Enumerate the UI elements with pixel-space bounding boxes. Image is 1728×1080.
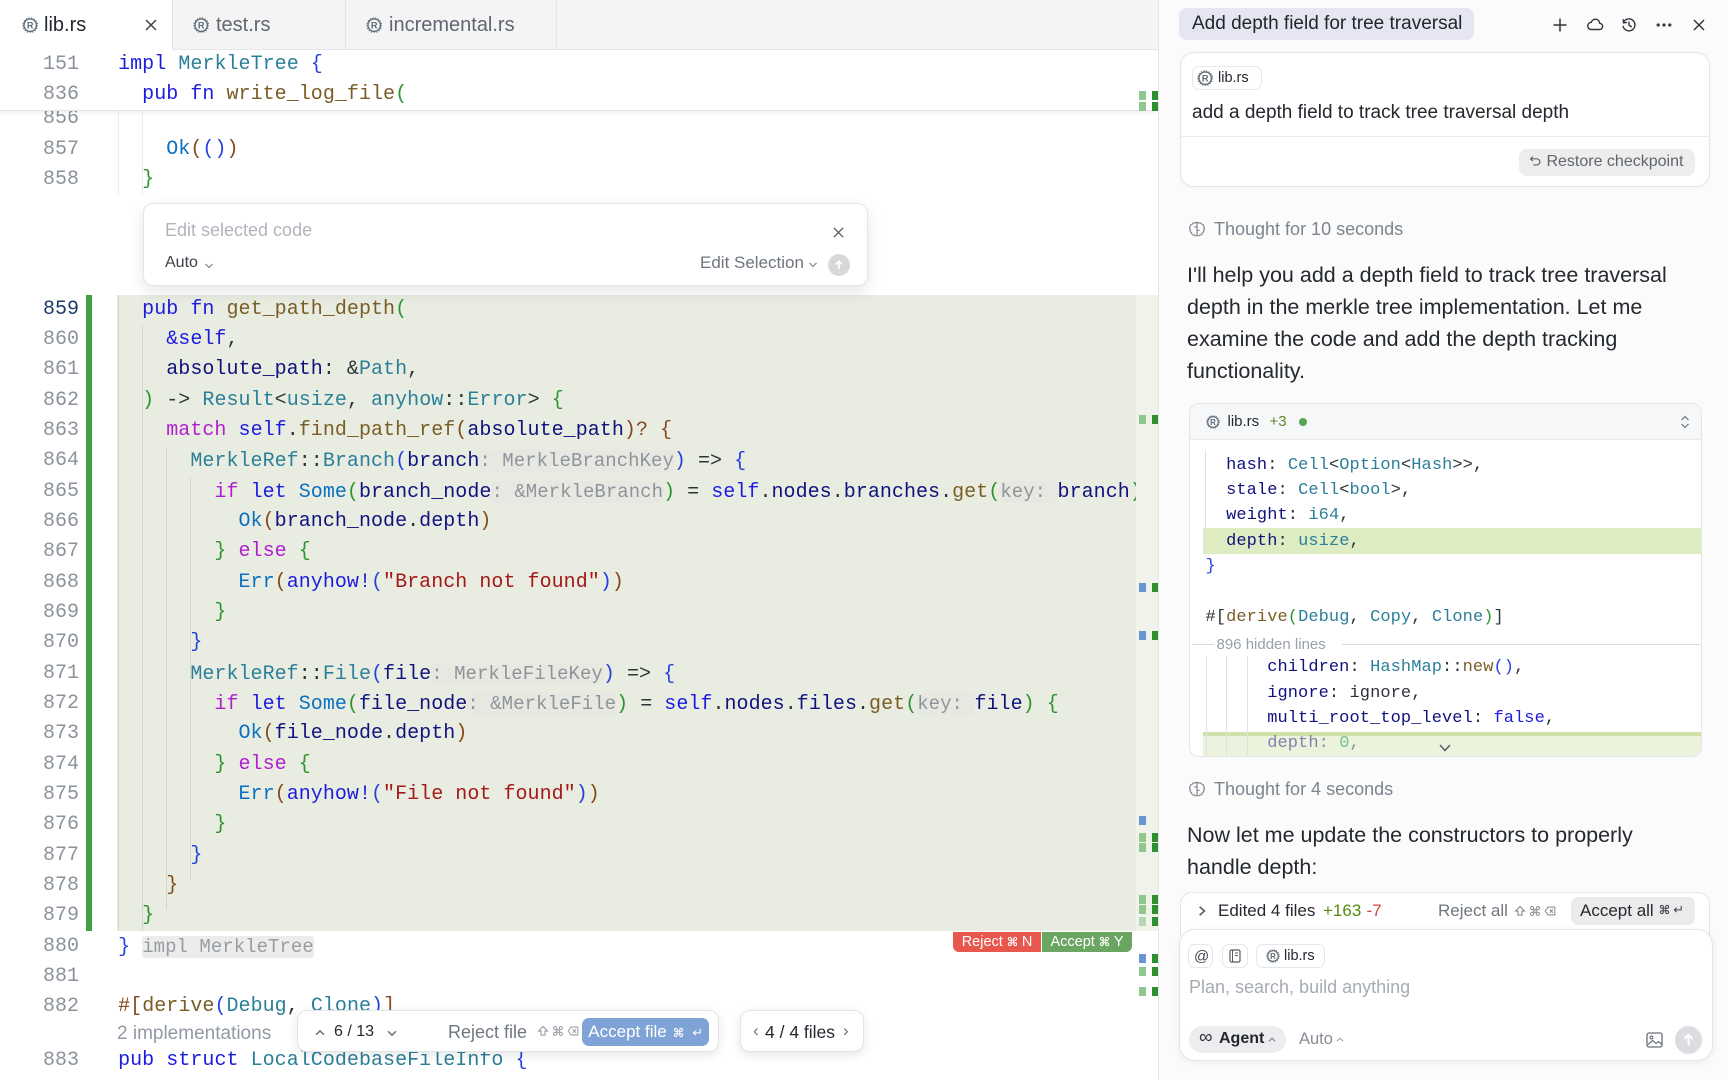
svg-text:R: R: [371, 20, 378, 30]
svg-text:R: R: [198, 20, 205, 30]
svg-text:R: R: [27, 20, 34, 30]
svg-text:R: R: [1202, 73, 1209, 83]
svg-text:R: R: [1210, 418, 1216, 427]
svg-text:R: R: [1270, 952, 1276, 961]
